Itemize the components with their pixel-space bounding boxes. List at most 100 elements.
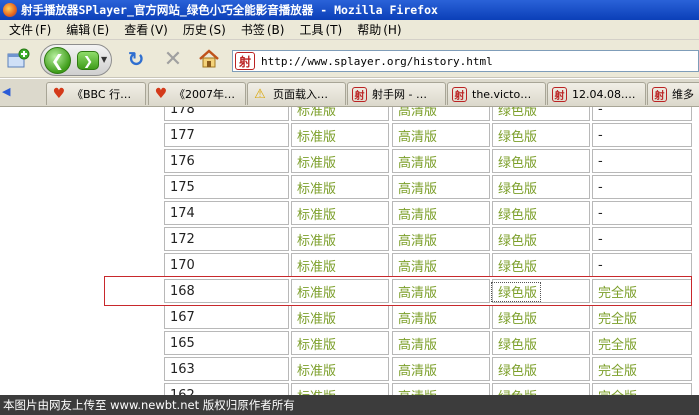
hd-edition-link[interactable]: 高清版 bbox=[392, 123, 490, 147]
full-edition-link[interactable]: 完全版 bbox=[592, 305, 692, 329]
version-number: 178 bbox=[164, 107, 289, 121]
green-edition-link[interactable]: 绿色版 bbox=[492, 149, 590, 173]
table-row: 176 标准版 高清版 绿色版 - bbox=[164, 149, 699, 175]
menu-item[interactable]: 书签 (B) bbox=[241, 21, 285, 38]
menu-item-accesskey: (B) bbox=[266, 23, 285, 37]
hd-edition-link[interactable]: 高清版 bbox=[392, 175, 490, 199]
standard-edition-link[interactable]: 标准版 bbox=[291, 175, 389, 199]
full-edition-link: - bbox=[592, 123, 692, 147]
browser-tab[interactable]: 射维多 bbox=[647, 82, 699, 105]
browser-tab[interactable]: ♥ 《2007年… bbox=[148, 82, 246, 105]
hd-edition-link[interactable]: 高清版 bbox=[392, 383, 490, 395]
green-edition-link[interactable]: 绿色版 bbox=[492, 123, 590, 147]
standard-edition-link[interactable]: 标准版 bbox=[291, 149, 389, 173]
menu-item[interactable]: 历史 (S) bbox=[183, 21, 226, 38]
green-edition-link[interactable]: 绿色版 bbox=[492, 357, 590, 381]
browser-tab[interactable]: 射 the.victo… bbox=[447, 82, 546, 105]
hd-edition-link[interactable]: 高清版 bbox=[392, 201, 490, 225]
menu-item-label: 编辑 bbox=[66, 23, 91, 37]
version-number: 163 bbox=[164, 357, 289, 381]
tab-label: 《BBC 行… bbox=[72, 88, 132, 101]
hd-edition-link[interactable]: 高清版 bbox=[392, 149, 490, 173]
green-edition-link[interactable]: 绿色版 bbox=[492, 383, 590, 395]
full-edition-link: - bbox=[592, 253, 692, 277]
green-edition-link[interactable]: 绿色版 bbox=[492, 107, 590, 121]
standard-edition-link[interactable]: 标准版 bbox=[291, 201, 389, 225]
green-edition-link[interactable]: 绿色版 bbox=[492, 331, 590, 355]
hd-edition-link[interactable]: 高清版 bbox=[392, 227, 490, 251]
warning-icon: ⚠ bbox=[254, 86, 266, 102]
menu-item-accesskey: (F) bbox=[35, 23, 52, 37]
window-titlebar: 射手播放器SPlayer_官方网站_绿色小巧全能影音播放器 - Mozilla … bbox=[0, 0, 699, 20]
hd-edition-link[interactable]: 高清版 bbox=[392, 107, 490, 121]
tab-scroll-left-icon[interactable]: ◀ bbox=[2, 85, 16, 99]
standard-edition-link[interactable]: 标准版 bbox=[291, 305, 389, 329]
hd-edition-link[interactable]: 高清版 bbox=[392, 331, 490, 355]
hd-edition-link[interactable]: 高清版 bbox=[392, 253, 490, 277]
browser-tab[interactable]: ♥ 《BBC 行… bbox=[46, 82, 146, 105]
menu-item[interactable]: 文件 (F) bbox=[9, 21, 51, 38]
splayer-icon: 射 bbox=[652, 86, 667, 102]
table-row: 163 标准版 高清版 绿色版 完全版 bbox=[164, 357, 699, 383]
standard-edition-link[interactable]: 标准版 bbox=[291, 227, 389, 251]
browser-tab[interactable]: ⚠ 页面载入… bbox=[247, 82, 346, 105]
table-row: 167 标准版 高清版 绿色版 完全版 bbox=[164, 305, 699, 331]
table-row: 178 标准版 高清版 绿色版 - bbox=[164, 107, 699, 123]
standard-edition-link[interactable]: 标准版 bbox=[291, 357, 389, 381]
home-icon[interactable] bbox=[198, 48, 220, 70]
reload-icon[interactable]: ↻ bbox=[125, 47, 147, 71]
splayer-icon: 射 bbox=[552, 86, 567, 102]
stop-icon[interactable]: ✕ bbox=[162, 47, 184, 72]
version-number: 177 bbox=[164, 123, 289, 147]
address-bar[interactable]: 射 http://www.splayer.org/history.html bbox=[232, 50, 699, 72]
browser-tab[interactable]: 射 12.04.08.… bbox=[547, 82, 646, 105]
green-edition-link[interactable]: 绿色版 bbox=[492, 253, 590, 277]
menu-item-accesskey: (T) bbox=[325, 23, 343, 37]
standard-edition-link[interactable]: 标准版 bbox=[291, 107, 389, 121]
browser-tab[interactable]: 射射手网 - … bbox=[347, 82, 446, 105]
version-number: 167 bbox=[164, 305, 289, 329]
hd-edition-link[interactable]: 高清版 bbox=[392, 305, 490, 329]
tab-label: 页面载入… bbox=[273, 88, 328, 101]
full-edition-link[interactable]: 完全版 bbox=[592, 383, 692, 395]
full-edition-link[interactable]: 完全版 bbox=[592, 357, 692, 381]
menu-item-accesskey: (V) bbox=[150, 23, 168, 37]
table-row: 175 标准版 高清版 绿色版 - bbox=[164, 175, 699, 201]
forward-button[interactable]: ❯ bbox=[77, 51, 99, 70]
standard-edition-link[interactable]: 标准版 bbox=[291, 331, 389, 355]
menu-item-label: 工具 bbox=[299, 23, 324, 37]
green-edition-link[interactable]: 绿色版 bbox=[492, 227, 590, 251]
full-edition-link[interactable]: 完全版 bbox=[592, 331, 692, 355]
arrow-right-icon: ❯ bbox=[82, 53, 94, 68]
table-row: 174 标准版 高清版 绿色版 - bbox=[164, 201, 699, 227]
history-dropdown-icon[interactable]: ▼ bbox=[101, 55, 107, 64]
version-number: 162 bbox=[164, 383, 289, 395]
version-number: 175 bbox=[164, 175, 289, 199]
menu-item[interactable]: 帮助 (H) bbox=[357, 21, 401, 38]
menu-item[interactable]: 编辑 (E) bbox=[66, 21, 109, 38]
menu-item-label: 文件 bbox=[9, 23, 34, 37]
version-number: 174 bbox=[164, 201, 289, 225]
standard-edition-link[interactable]: 标准版 bbox=[291, 383, 389, 395]
hd-edition-link[interactable]: 高清版 bbox=[392, 357, 490, 381]
menu-item[interactable]: 查看 (V) bbox=[124, 21, 168, 38]
new-tab-icon[interactable] bbox=[6, 48, 30, 70]
menu-item[interactable]: 工具 (T) bbox=[299, 21, 342, 38]
splayer-site-icon: 射 bbox=[235, 52, 255, 70]
green-edition-link[interactable]: 绿色版 bbox=[492, 305, 590, 329]
green-edition-link[interactable]: 绿色版 bbox=[492, 175, 590, 199]
tab-label: 射手网 - … bbox=[372, 88, 427, 101]
menu-item-label: 书签 bbox=[240, 23, 265, 37]
firefox-logo-icon bbox=[3, 3, 17, 17]
standard-edition-link[interactable]: 标准版 bbox=[291, 253, 389, 277]
arrow-left-icon: ❮ bbox=[50, 51, 65, 70]
tab-label: 维多 bbox=[672, 88, 694, 101]
standard-edition-link[interactable]: 标准版 bbox=[291, 123, 389, 147]
url-text[interactable]: http://www.splayer.org/history.html bbox=[261, 55, 493, 68]
menu-item-accesskey: (E) bbox=[92, 23, 110, 37]
menu-item-label: 帮助 bbox=[357, 23, 382, 37]
menu-bar: 文件 (F) 编辑 (E) 查看 (V) 历史 (S) 书签 (B) 工具 (T) 帮助 (H) bbox=[0, 20, 699, 40]
table-row: 165 标准版 高清版 绿色版 完全版 bbox=[164, 331, 699, 357]
green-edition-link[interactable]: 绿色版 bbox=[492, 201, 590, 225]
back-button[interactable]: ❮ bbox=[44, 47, 71, 74]
